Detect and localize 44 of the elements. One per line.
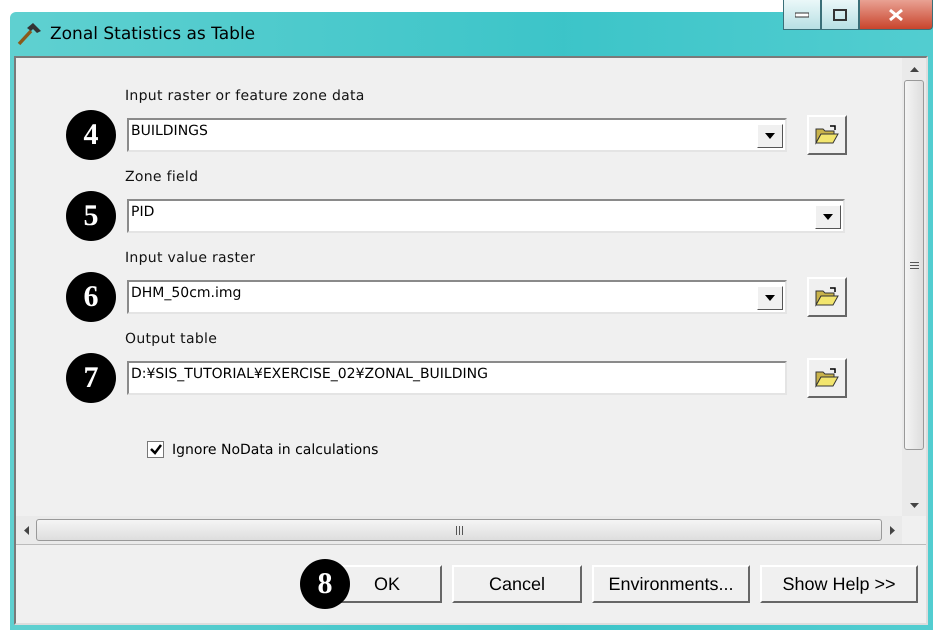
close-icon	[888, 8, 904, 22]
open-folder-icon	[815, 287, 839, 307]
step-number: 7	[66, 353, 116, 403]
checkbox-label: Ignore NoData in calculations	[172, 442, 378, 458]
parameter-label: Zone field	[125, 169, 200, 185]
step-number: 6	[66, 272, 116, 322]
parameter-label: Output table	[125, 331, 218, 347]
dialog-button[interactable]: Show Help >>	[760, 565, 918, 603]
grip-icon	[456, 526, 462, 534]
dialog-button[interactable]: Environments...	[592, 565, 750, 603]
checkmark-icon	[150, 444, 162, 455]
close-button[interactable]	[859, 0, 933, 30]
step-number: 8	[300, 559, 350, 609]
input-field[interactable]: D:¥SIS_TUTORIAL¥EXERCISE_02¥ZONAL_BUILDING	[127, 361, 787, 395]
scroll-down-icon	[910, 502, 918, 508]
dialog-button[interactable]: Cancel	[452, 565, 582, 603]
scroll-right-icon	[890, 526, 894, 534]
step-number: 4	[66, 110, 116, 160]
parameter-label: Input value raster	[125, 250, 256, 266]
dropdown-field[interactable]: PID	[127, 199, 845, 233]
browse-button[interactable]	[807, 358, 847, 398]
maximize-button[interactable]	[821, 0, 859, 30]
dropdown-arrow-icon	[823, 214, 833, 220]
minimize-button[interactable]	[783, 0, 821, 30]
window-title: Zonal Statistics as Table	[50, 24, 256, 44]
checkbox[interactable]	[147, 441, 164, 458]
dropdown-arrow-icon	[765, 133, 775, 139]
step-number: 5	[66, 191, 116, 241]
minimize-icon	[795, 12, 809, 18]
scroll-up-icon	[910, 66, 918, 72]
grip-icon	[910, 262, 918, 268]
scroll-left-icon	[24, 526, 28, 534]
vertical-scrollbar[interactable]	[902, 58, 926, 516]
parameter-label: Input raster or feature zone data	[125, 88, 366, 104]
hammer-icon	[16, 22, 42, 46]
dropdown-field[interactable]: BUILDINGS	[127, 118, 787, 152]
open-folder-icon	[815, 125, 839, 145]
browse-button[interactable]	[807, 277, 847, 317]
dropdown-field[interactable]: DHM_50cm.img	[127, 280, 787, 314]
dropdown-arrow-icon	[765, 295, 775, 301]
open-folder-icon	[815, 368, 839, 388]
browse-button[interactable]	[807, 115, 847, 155]
horizontal-scrollbar[interactable]	[16, 516, 902, 544]
maximize-icon	[833, 8, 847, 20]
